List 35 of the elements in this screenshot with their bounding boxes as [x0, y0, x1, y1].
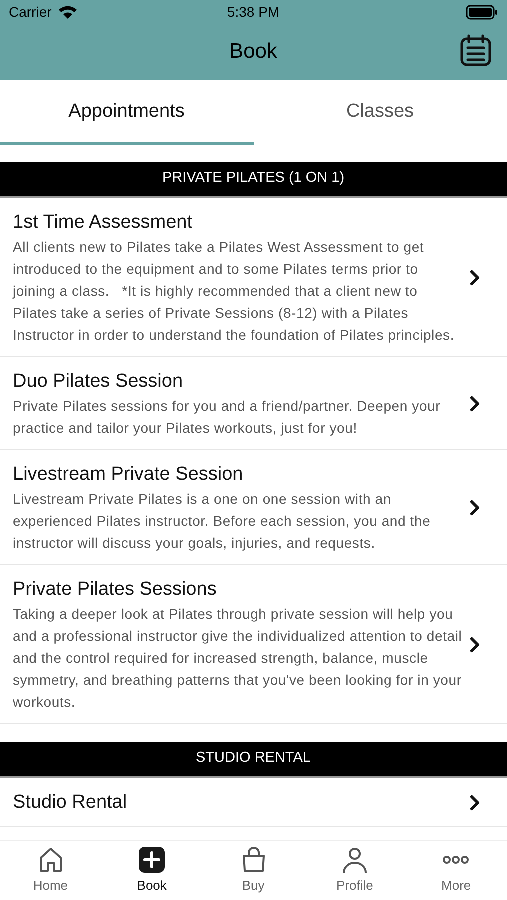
service-title: 1st Time Assessment — [13, 211, 194, 235]
battery-icon — [466, 4, 498, 20]
tab-bar-item[interactable]: Home — [0, 841, 102, 900]
carrier-label: Carrier — [9, 2, 52, 22]
chevron-right-icon — [469, 396, 481, 412]
service-title: Livestream Private Session — [13, 463, 244, 487]
segment-tab[interactable]: Classes — [254, 80, 507, 145]
wifi-icon — [58, 5, 78, 19]
service-row[interactable]: Studio Rental — [0, 778, 507, 827]
tab-bar-item[interactable]: More — [406, 841, 507, 900]
service-description: All clients new to Pilates take a Pilates West Assessment to get introduced to the equipment and to some Pilates terms prior to joining a class. *It is highly recommended that a client new to Pilates take a series of Private Sessions (8-12) with a Pilates Instructor in order to understand the foundation of Pilates principles. — [13, 238, 456, 345]
service-title: Duo Pilates Session — [13, 370, 184, 394]
chevron-right-icon — [469, 270, 481, 286]
tab-bar-item[interactable]: Profile — [304, 841, 406, 900]
calendar-button[interactable] — [459, 34, 493, 68]
clock-time: 5:38 PM — [227, 2, 280, 22]
segment-tab[interactable]: Appointments — [0, 80, 254, 145]
service-row[interactable]: Duo Pilates Session Private Pilates sessions for you and a friend/partner. Deepen your practice and tailor your Pilates workouts, just for you! — [0, 357, 507, 450]
tab-bar-item[interactable]: Buy — [202, 841, 304, 900]
screen-title: Book — [230, 39, 278, 66]
plus-icon — [138, 846, 166, 874]
tab-bar-item[interactable]: Book — [101, 841, 203, 900]
more-icon — [442, 856, 470, 864]
service-description: Taking a deeper look at Pilates through private session will help you and a professional instructor give the individualized attention to detail and the control required for increased strength, balance, muscle symmetry, and breathing patterns that you've been looking for in your workouts. — [13, 605, 463, 712]
chevron-right-icon — [469, 795, 481, 811]
person-icon — [340, 846, 369, 874]
section-header: STUDIO RENTAL — [0, 742, 507, 778]
calendar-icon — [459, 34, 493, 68]
service-description: Private Pilates sessions for you and a friend/partner. Deepen your practice and tailor your Pilates workouts, just for you! — [13, 397, 442, 438]
service-description: Livestream Private Pilates is a one on one session with an experienced Pilates instructor. Before each session, you and the instructor will discuss your goals, injuries, and requests. — [13, 490, 432, 553]
chevron-right-icon — [469, 500, 481, 516]
service-title: Private Pilates Sessions — [13, 578, 218, 602]
section-header: PRIVATE PILATES (1 ON 1) — [0, 162, 507, 198]
service-title: Studio Rental — [13, 791, 128, 815]
chevron-right-icon — [469, 637, 481, 653]
